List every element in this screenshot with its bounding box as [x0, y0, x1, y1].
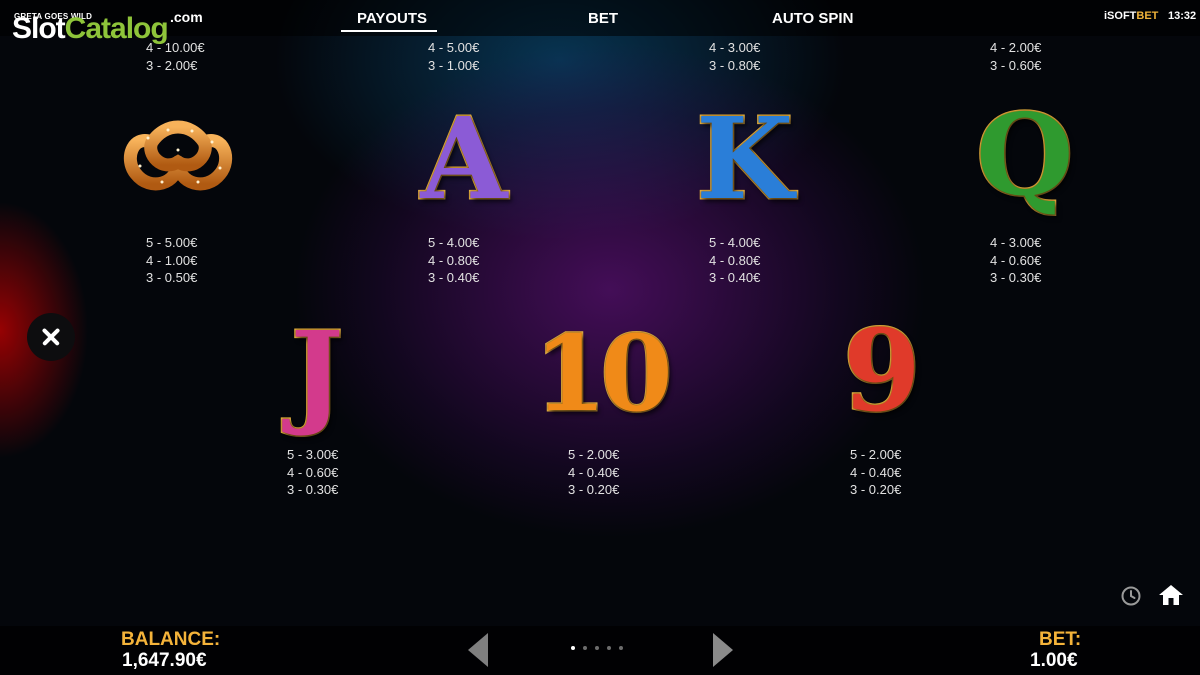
bet-value: 1.00€: [1030, 650, 1078, 671]
provider-logo-prefix: iSOFT: [1104, 10, 1137, 22]
home-icon[interactable]: [1158, 584, 1184, 606]
payout-line: 4 - 1.00€: [146, 252, 198, 268]
payout-line: 4 - 3.00€: [990, 235, 1042, 250]
payout-line: 5 - 2.00€: [568, 447, 620, 462]
payout-line: 3 - 0.60€: [990, 57, 1042, 73]
page-dot: [583, 646, 587, 650]
symbol-a: A: [419, 94, 509, 225]
payout-q: 4 - 3.00€ 4 - 0.60€ 3 - 0.30€: [990, 234, 1041, 287]
arrow-left-icon[interactable]: [468, 633, 488, 667]
payout-line: 3 - 0.30€: [287, 482, 339, 497]
payout-line: 4 - 0.80€: [428, 252, 480, 268]
active-tab-indicator: [341, 30, 437, 32]
payout-line: 4 - 0.60€: [990, 252, 1042, 268]
payout-line: 4 - 10.00€: [146, 40, 205, 55]
page-indicator: [571, 646, 623, 650]
payout-line: 5 - 3.00€: [287, 447, 339, 462]
payout-line: 5 - 4.00€: [709, 235, 761, 250]
payout-line: 4 - 0.60€: [287, 464, 339, 480]
payout-j: 5 - 3.00€ 4 - 0.60€ 3 - 0.30€: [287, 446, 338, 499]
payout-line: 4 - 3.00€: [709, 40, 761, 55]
payout-line: 5 - 5.00€: [146, 235, 198, 250]
payout-line: 5 - 4.00€: [428, 235, 480, 250]
payout-line: 4 - 0.40€: [850, 464, 902, 480]
symbol-9: 9: [842, 306, 923, 437]
symbol-j: J: [289, 308, 345, 439]
watermark-part1: Slot: [12, 12, 66, 45]
payout-line: 3 - 0.20€: [850, 482, 902, 497]
payout-line: 5 - 2.00€: [850, 447, 902, 462]
payout-a: 5 - 4.00€ 4 - 0.80€ 3 - 0.40€: [428, 234, 479, 287]
payout-line: 3 - 1.00€: [428, 57, 480, 73]
payout-line: 3 - 0.50€: [146, 270, 198, 285]
symbol-q: Q: [975, 90, 1076, 221]
payout-top-2: 4 - 5.00€ 3 - 1.00€: [428, 39, 479, 74]
payout-line: 3 - 0.40€: [428, 270, 480, 285]
page-dot: [619, 646, 623, 650]
clock: 13:32: [1168, 10, 1197, 22]
pretzel-icon: [123, 120, 233, 191]
tab-auto-spin[interactable]: AUTO SPIN: [772, 10, 853, 27]
payout-line: 3 - 2.00€: [146, 57, 198, 73]
page-dot: [595, 646, 599, 650]
payout-line: 4 - 0.80€: [709, 252, 761, 268]
payout-line: 3 - 0.20€: [568, 482, 620, 497]
bet-label: BET:: [1039, 629, 1082, 650]
payout-line: 4 - 0.40€: [568, 464, 620, 480]
provider-logo-suffix: BET: [1136, 10, 1159, 22]
symbol-k: K: [695, 94, 795, 225]
payout-10: 5 - 2.00€ 4 - 0.40€ 3 - 0.20€: [568, 446, 619, 499]
arrow-right-icon[interactable]: [713, 633, 733, 667]
balance-label: BALANCE:: [121, 629, 221, 650]
payout-line: 3 - 0.30€: [990, 270, 1042, 285]
payout-k: 5 - 4.00€ 4 - 0.80€ 3 - 0.40€: [709, 234, 760, 287]
provider-logo: iSOFTBET: [1104, 10, 1158, 22]
watermark-suffix: .com: [170, 9, 203, 25]
payout-9: 5 - 2.00€ 4 - 0.40€ 3 - 0.20€: [850, 446, 901, 499]
page-dot: [607, 646, 611, 650]
payout-line: 3 - 0.80€: [709, 57, 761, 73]
symbol-10: 10: [533, 312, 675, 435]
payout-line: 4 - 5.00€: [428, 40, 480, 55]
payout-line: 3 - 0.40€: [709, 270, 761, 285]
tab-payouts[interactable]: PAYOUTS: [357, 10, 427, 27]
balance-value: 1,647.90€: [122, 650, 207, 671]
payout-pretzel: 5 - 5.00€ 4 - 1.00€ 3 - 0.50€: [146, 234, 197, 287]
payout-top-1: 4 - 10.00€ 3 - 2.00€: [146, 39, 205, 74]
history-icon[interactable]: [1120, 585, 1142, 607]
tab-bet[interactable]: BET: [588, 10, 618, 27]
payout-top-4: 4 - 2.00€ 3 - 0.60€: [990, 39, 1041, 74]
page-dot: [571, 646, 575, 650]
watermark-logo: SlotCatalog .com: [12, 9, 203, 46]
payout-top-3: 4 - 3.00€ 3 - 0.80€: [709, 39, 760, 74]
payout-line: 4 - 2.00€: [990, 40, 1042, 55]
close-button[interactable]: [27, 313, 75, 361]
